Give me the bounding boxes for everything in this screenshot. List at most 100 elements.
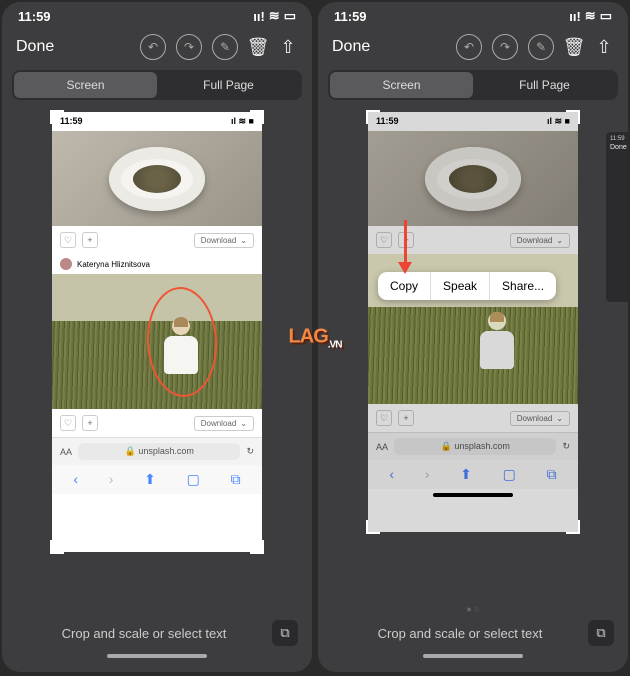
- download-button[interactable]: Download⌄: [194, 233, 254, 248]
- back-icon[interactable]: ‹: [73, 471, 78, 488]
- done-button[interactable]: Done: [16, 38, 130, 56]
- home-indicator: [423, 654, 523, 658]
- safari-toolbar: ‹ › ⬆ ▢ ⧉: [368, 460, 578, 489]
- font-icon[interactable]: AA: [60, 447, 72, 457]
- home-indicator: [107, 654, 207, 658]
- battery-icon: ▭: [284, 8, 296, 24]
- tabs-icon[interactable]: ⧉: [547, 466, 557, 483]
- plus-icon[interactable]: +: [82, 232, 98, 248]
- url-field[interactable]: 🔒 unsplash.com: [78, 443, 240, 460]
- photo-actions-2: ♡ + Download⌄: [52, 409, 262, 437]
- hint-text: Crop and scale or select text: [332, 626, 588, 641]
- inner-status: 11:59 ıl ≋ ■: [368, 112, 578, 131]
- photo-actions: ♡ + Download⌄: [52, 226, 262, 254]
- heart-icon[interactable]: ♡: [60, 232, 76, 248]
- tabs-icon[interactable]: ⧉: [231, 471, 241, 488]
- heart-icon[interactable]: ♡: [376, 232, 392, 248]
- status-time: 11:59: [18, 9, 51, 24]
- heart-icon[interactable]: ♡: [376, 410, 392, 426]
- bookmarks-icon[interactable]: ▢: [187, 471, 200, 488]
- safari-url-bar: AA 🔒 unsplash.com ↻: [52, 437, 262, 465]
- inner-status-icons: ıl ≋ ■: [231, 116, 254, 127]
- screenshot-content: 11:59 ıl ≋ ■ ♡ + Download⌄ ♡ + Download⌄: [368, 112, 578, 532]
- plus-icon[interactable]: +: [82, 415, 98, 431]
- photo-actions-2: ♡ + Download⌄: [368, 404, 578, 432]
- plus-icon[interactable]: +: [398, 410, 414, 426]
- inner-status-icons: ıl ≋ ■: [547, 116, 570, 127]
- share-icon[interactable]: ⇧: [594, 34, 614, 60]
- text-select-icon[interactable]: ⧉: [588, 620, 614, 646]
- wifi-icon: ≋: [585, 8, 596, 24]
- bottom-bar: Crop and scale or select text ⧉: [2, 606, 312, 672]
- undo-icon[interactable]: ↶: [456, 34, 482, 60]
- reload-icon[interactable]: ↻: [246, 446, 254, 457]
- download-button[interactable]: Download⌄: [510, 411, 570, 426]
- trash-icon[interactable]: 🗑: [564, 34, 584, 60]
- food-photo: [52, 131, 262, 226]
- markup-icon[interactable]: ✎: [212, 34, 238, 60]
- download-button[interactable]: Download⌄: [510, 233, 570, 248]
- author-row[interactable]: Kateryna Hliznitsova: [52, 254, 262, 274]
- share-icon[interactable]: ⬆: [144, 471, 156, 488]
- markup-icon[interactable]: ✎: [528, 34, 554, 60]
- avatar: [60, 258, 72, 270]
- redo-icon[interactable]: ↷: [492, 34, 518, 60]
- undo-icon[interactable]: ↶: [140, 34, 166, 60]
- tab-full-page[interactable]: Full Page: [473, 72, 616, 98]
- battery-icon: ▭: [600, 8, 612, 24]
- tab-screen[interactable]: Screen: [14, 72, 157, 98]
- redo-icon[interactable]: ↷: [176, 34, 202, 60]
- done-button[interactable]: Done: [332, 38, 446, 56]
- inner-time: 11:59: [376, 116, 399, 127]
- status-icons: ıı! ≋ ▭: [569, 8, 612, 24]
- wifi-icon: ≋: [269, 8, 280, 24]
- chevron-down-icon: ⌄: [556, 414, 563, 423]
- menu-speak[interactable]: Speak: [431, 272, 490, 300]
- page-dots: ● ○: [332, 604, 614, 614]
- editor-toolbar: Done ↶ ↷ ✎ 🗑 ⇧: [318, 30, 628, 70]
- inner-home-indicator: [433, 493, 513, 497]
- signal-icon: ıı!: [569, 9, 581, 24]
- tab-full-page[interactable]: Full Page: [157, 72, 300, 98]
- safari-toolbar: ‹ › ⬆ ▢ ⧉: [52, 465, 262, 494]
- thumb-done: Done: [610, 144, 626, 151]
- menu-share[interactable]: Share...: [490, 272, 556, 300]
- bottom-bar: ● ○ Crop and scale or select text ⧉: [318, 590, 628, 672]
- forward-icon[interactable]: ›: [109, 471, 114, 488]
- page-thumbnail[interactable]: 11:59 Done: [606, 132, 628, 302]
- hint-text: Crop and scale or select text: [16, 626, 272, 641]
- status-bar: 11:59 ıı! ≋ ▭: [2, 2, 312, 30]
- inner-time: 11:59: [60, 116, 83, 127]
- annotation-arrow: [398, 220, 412, 281]
- back-icon[interactable]: ‹: [389, 466, 394, 483]
- crop-canvas[interactable]: Copy Speak Share... 11:59 ıl ≋ ■ ♡ + Dow…: [368, 112, 578, 532]
- reload-icon[interactable]: ↻: [562, 441, 570, 452]
- food-photo: [368, 131, 578, 226]
- share-icon[interactable]: ⬆: [460, 466, 472, 483]
- phone-right: 11:59 ıı! ≋ ▭ Done ↶ ↷ ✎ 🗑 ⇧ Screen Full…: [318, 2, 628, 672]
- trash-icon[interactable]: 🗑: [248, 34, 268, 60]
- text-select-icon[interactable]: ⧉: [272, 620, 298, 646]
- status-icons: ıı! ≋ ▭: [253, 8, 296, 24]
- screenshot-pair: 11:59 ıı! ≋ ▭ Done ↶ ↷ ✎ 🗑 ⇧ Screen Full…: [0, 0, 630, 674]
- download-button[interactable]: Download⌄: [194, 416, 254, 431]
- view-tabs: Screen Full Page: [12, 70, 302, 100]
- chevron-down-icon: ⌄: [240, 236, 247, 245]
- editor-toolbar: Done ↶ ↷ ✎ 🗑 ⇧: [2, 30, 312, 70]
- share-icon[interactable]: ⇧: [278, 34, 298, 60]
- crop-canvas[interactable]: 11:59 ıl ≋ ■ ♡ + Download⌄ Kateryna Hliz…: [52, 112, 262, 552]
- bookmarks-icon[interactable]: ▢: [503, 466, 516, 483]
- tab-screen[interactable]: Screen: [330, 72, 473, 98]
- forward-icon[interactable]: ›: [425, 466, 430, 483]
- status-bar: 11:59 ıı! ≋ ▭: [318, 2, 628, 30]
- font-icon[interactable]: AA: [376, 442, 388, 452]
- screenshot-content: 11:59 ıl ≋ ■ ♡ + Download⌄ Kateryna Hliz…: [52, 112, 262, 552]
- status-time: 11:59: [334, 9, 367, 24]
- author-name: Kateryna Hliznitsova: [77, 260, 150, 269]
- inner-status: 11:59 ıl ≋ ■: [52, 112, 262, 131]
- phone-left: 11:59 ıı! ≋ ▭ Done ↶ ↷ ✎ 🗑 ⇧ Screen Full…: [2, 2, 312, 672]
- child-photo: [52, 274, 262, 409]
- url-field[interactable]: 🔒 unsplash.com: [394, 438, 556, 455]
- heart-icon[interactable]: ♡: [60, 415, 76, 431]
- view-tabs: Screen Full Page: [328, 70, 618, 100]
